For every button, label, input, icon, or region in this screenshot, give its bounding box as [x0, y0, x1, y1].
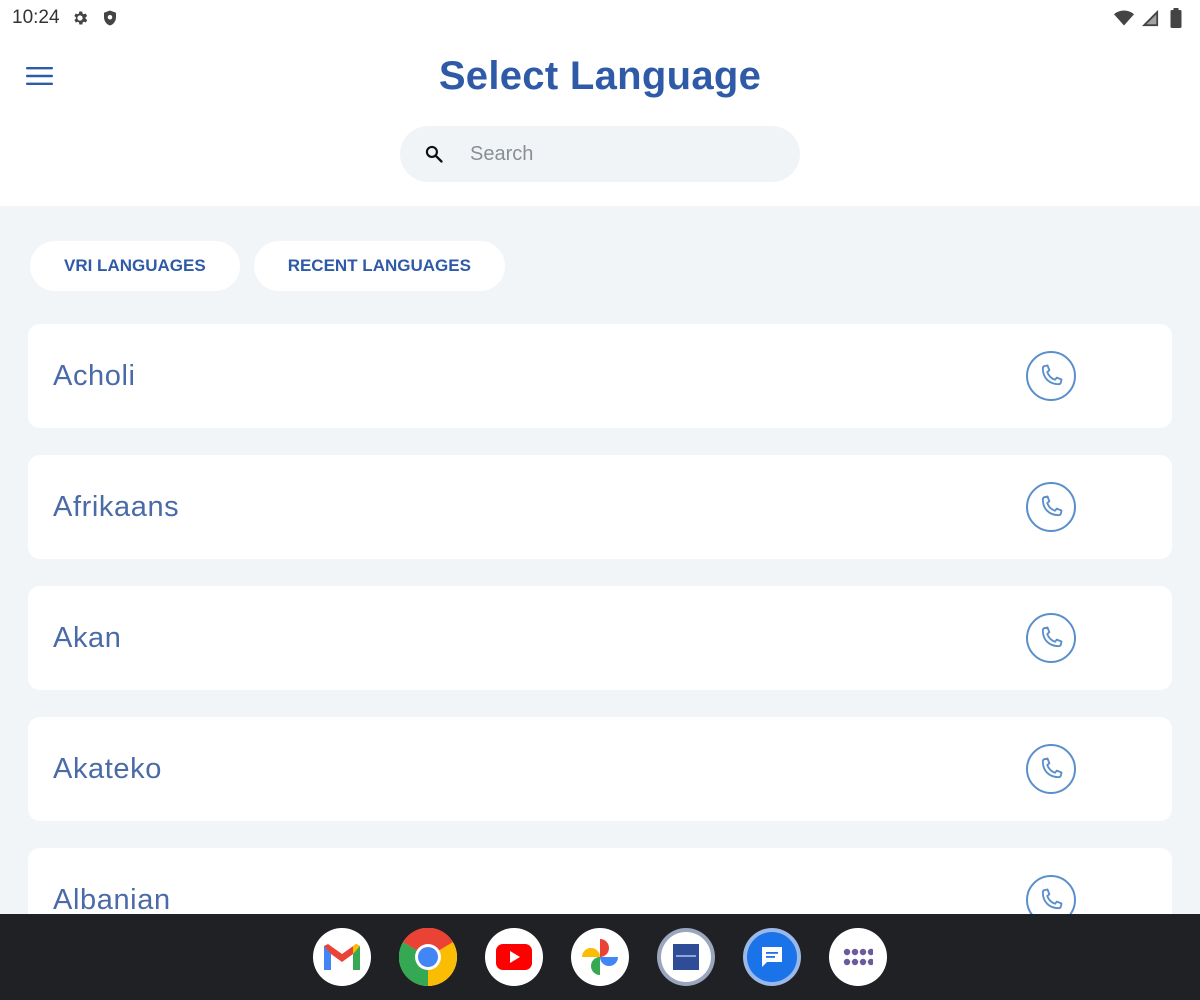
battery-icon — [1166, 8, 1186, 28]
gear-icon — [70, 8, 90, 28]
status-bar: 10:24 — [0, 0, 1200, 36]
language-item-afrikaans[interactable]: Afrikaans — [28, 455, 1172, 559]
status-right — [1114, 8, 1186, 28]
language-name: Acholi — [53, 359, 136, 392]
tab-recent-languages[interactable]: RECENT LANGUAGES — [253, 241, 505, 291]
messages-app[interactable] — [743, 928, 801, 986]
status-time: 10:24 — [12, 7, 60, 28]
phone-icon — [1041, 626, 1063, 648]
signal-icon — [1140, 8, 1160, 28]
call-button[interactable] — [1026, 875, 1076, 914]
language-item-akateko[interactable]: Akateko — [28, 717, 1172, 821]
gmail-app[interactable] — [313, 928, 371, 986]
header: Select Language — [0, 36, 1200, 206]
language-item-albanian[interactable]: Albanian — [28, 848, 1172, 914]
chrome-app[interactable] — [399, 928, 457, 986]
language-name: Afrikaans — [53, 490, 180, 523]
app-drawer-icon — [843, 948, 873, 966]
interpreter-app[interactable] — [657, 928, 715, 986]
photos-icon — [582, 939, 618, 975]
search-input[interactable] — [468, 141, 768, 167]
gmail-icon — [324, 944, 360, 970]
interpreter-app-icon — [673, 944, 699, 970]
language-tabs: VRI LANGUAGES RECENT LANGUAGES — [30, 241, 505, 291]
call-button[interactable] — [1026, 613, 1076, 663]
language-list: Acholi Afrikaans Akan Akateko Albanian — [28, 324, 1172, 914]
messages-icon — [762, 947, 782, 967]
status-left: 10:24 — [12, 7, 120, 29]
phone-icon — [1041, 364, 1063, 386]
wifi-icon — [1114, 8, 1134, 28]
youtube-app[interactable] — [485, 928, 543, 986]
language-name: Akateko — [53, 752, 162, 785]
taskbar — [0, 914, 1200, 1000]
call-button[interactable] — [1026, 482, 1076, 532]
chrome-icon — [399, 928, 457, 986]
content-area: VRI LANGUAGES RECENT LANGUAGES Acholi Af… — [0, 206, 1200, 914]
app-drawer[interactable] — [829, 928, 887, 986]
page-title: Select Language — [438, 54, 762, 98]
language-item-akan[interactable]: Akan — [28, 586, 1172, 690]
call-button[interactable] — [1026, 351, 1076, 401]
language-name: Albanian — [53, 883, 171, 915]
phone-icon — [1041, 888, 1063, 910]
search-bar[interactable] — [400, 126, 800, 182]
language-item-acholi[interactable]: Acholi — [28, 324, 1172, 428]
search-icon — [422, 142, 446, 166]
phone-icon — [1041, 757, 1063, 779]
photos-app[interactable] — [571, 928, 629, 986]
tab-vri-languages[interactable]: VRI LANGUAGES — [30, 241, 240, 291]
youtube-icon — [496, 944, 532, 970]
phone-icon — [1041, 495, 1063, 517]
language-name: Akan — [53, 621, 122, 654]
shield-icon — [100, 8, 120, 28]
call-button[interactable] — [1026, 744, 1076, 794]
